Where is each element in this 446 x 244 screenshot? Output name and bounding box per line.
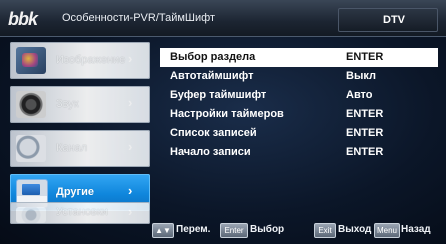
category-item-sound[interactable]: Звук › [10, 86, 150, 123]
option-row-timer-settings[interactable]: Настройки таймеров ENTER [160, 105, 438, 124]
settings-disc-icon [16, 207, 46, 223]
option-name: Настройки таймеров [170, 108, 284, 120]
option-value: ENTER [346, 146, 384, 158]
source-indicator: DTV [338, 8, 438, 32]
chevron-right-icon: › [128, 204, 133, 219]
brand-logo: bbk [8, 9, 38, 29]
option-row-section-select[interactable]: Выбор раздела ENTER [160, 48, 438, 67]
arrow-keys-icon: ▲▼ [152, 223, 174, 238]
enter-key-badge: Enter [220, 223, 248, 238]
option-value: ENTER [346, 51, 384, 63]
option-value: Выкл [346, 70, 376, 82]
option-row-auto-timeshift[interactable]: Автотаймшифт Выкл [160, 67, 438, 86]
option-row-start-recording[interactable]: Начало записи ENTER [160, 143, 438, 162]
chevron-right-icon: › [128, 139, 133, 154]
page-title: Особенности-PVR/ТаймШифт [62, 12, 216, 24]
category-label: Установки [56, 206, 108, 218]
menu-key-badge: Menu [374, 223, 400, 238]
chevron-right-icon: › [128, 51, 133, 66]
option-name: Список записей [170, 127, 257, 139]
option-row-recordings-list[interactable]: Список записей ENTER [160, 124, 438, 143]
category-label: Изображение [56, 54, 126, 66]
category-label: Звук [56, 98, 79, 110]
tv-menu-screen: bbk Особенности-PVR/ТаймШифт DTV Изображ… [0, 0, 446, 244]
option-row-timeshift-buffer[interactable]: Буфер таймшифт Авто [160, 86, 438, 105]
category-label: Другие [56, 186, 94, 198]
move-hint: Перем. [176, 224, 211, 235]
footer-hints: ▲▼ Перем. Enter Выбор Exit Выход Menu На… [150, 222, 446, 240]
category-item-picture[interactable]: Изображение › [10, 42, 150, 79]
category-item-channel[interactable]: Канал › [10, 130, 150, 167]
back-hint: Назад [401, 224, 431, 235]
select-hint: Выбор [250, 224, 285, 235]
exit-key-badge: Exit [314, 223, 336, 238]
source-label: DTV [383, 14, 405, 26]
exit-hint: Выход [338, 224, 372, 235]
options-panel: Выбор раздела ENTER Автотаймшифт Выкл Бу… [160, 44, 438, 162]
header-bar: bbk Особенности-PVR/ТаймШифт DTV [0, 0, 446, 37]
option-name: Начало записи [170, 146, 251, 158]
speaker-icon [16, 91, 46, 118]
category-label: Канал [56, 142, 88, 154]
option-name: Буфер таймшифт [170, 89, 267, 101]
picture-icon [16, 47, 46, 74]
satellite-dish-icon [16, 135, 46, 162]
option-name: Автотаймшифт [170, 70, 254, 82]
chevron-right-icon: › [128, 95, 133, 110]
option-value: ENTER [346, 127, 384, 139]
option-name: Выбор раздела [170, 51, 256, 63]
option-value: ENTER [346, 108, 384, 120]
chevron-right-icon: › [128, 183, 133, 198]
category-item-setup[interactable]: Установки › [10, 202, 150, 224]
option-value: Авто [346, 89, 373, 101]
